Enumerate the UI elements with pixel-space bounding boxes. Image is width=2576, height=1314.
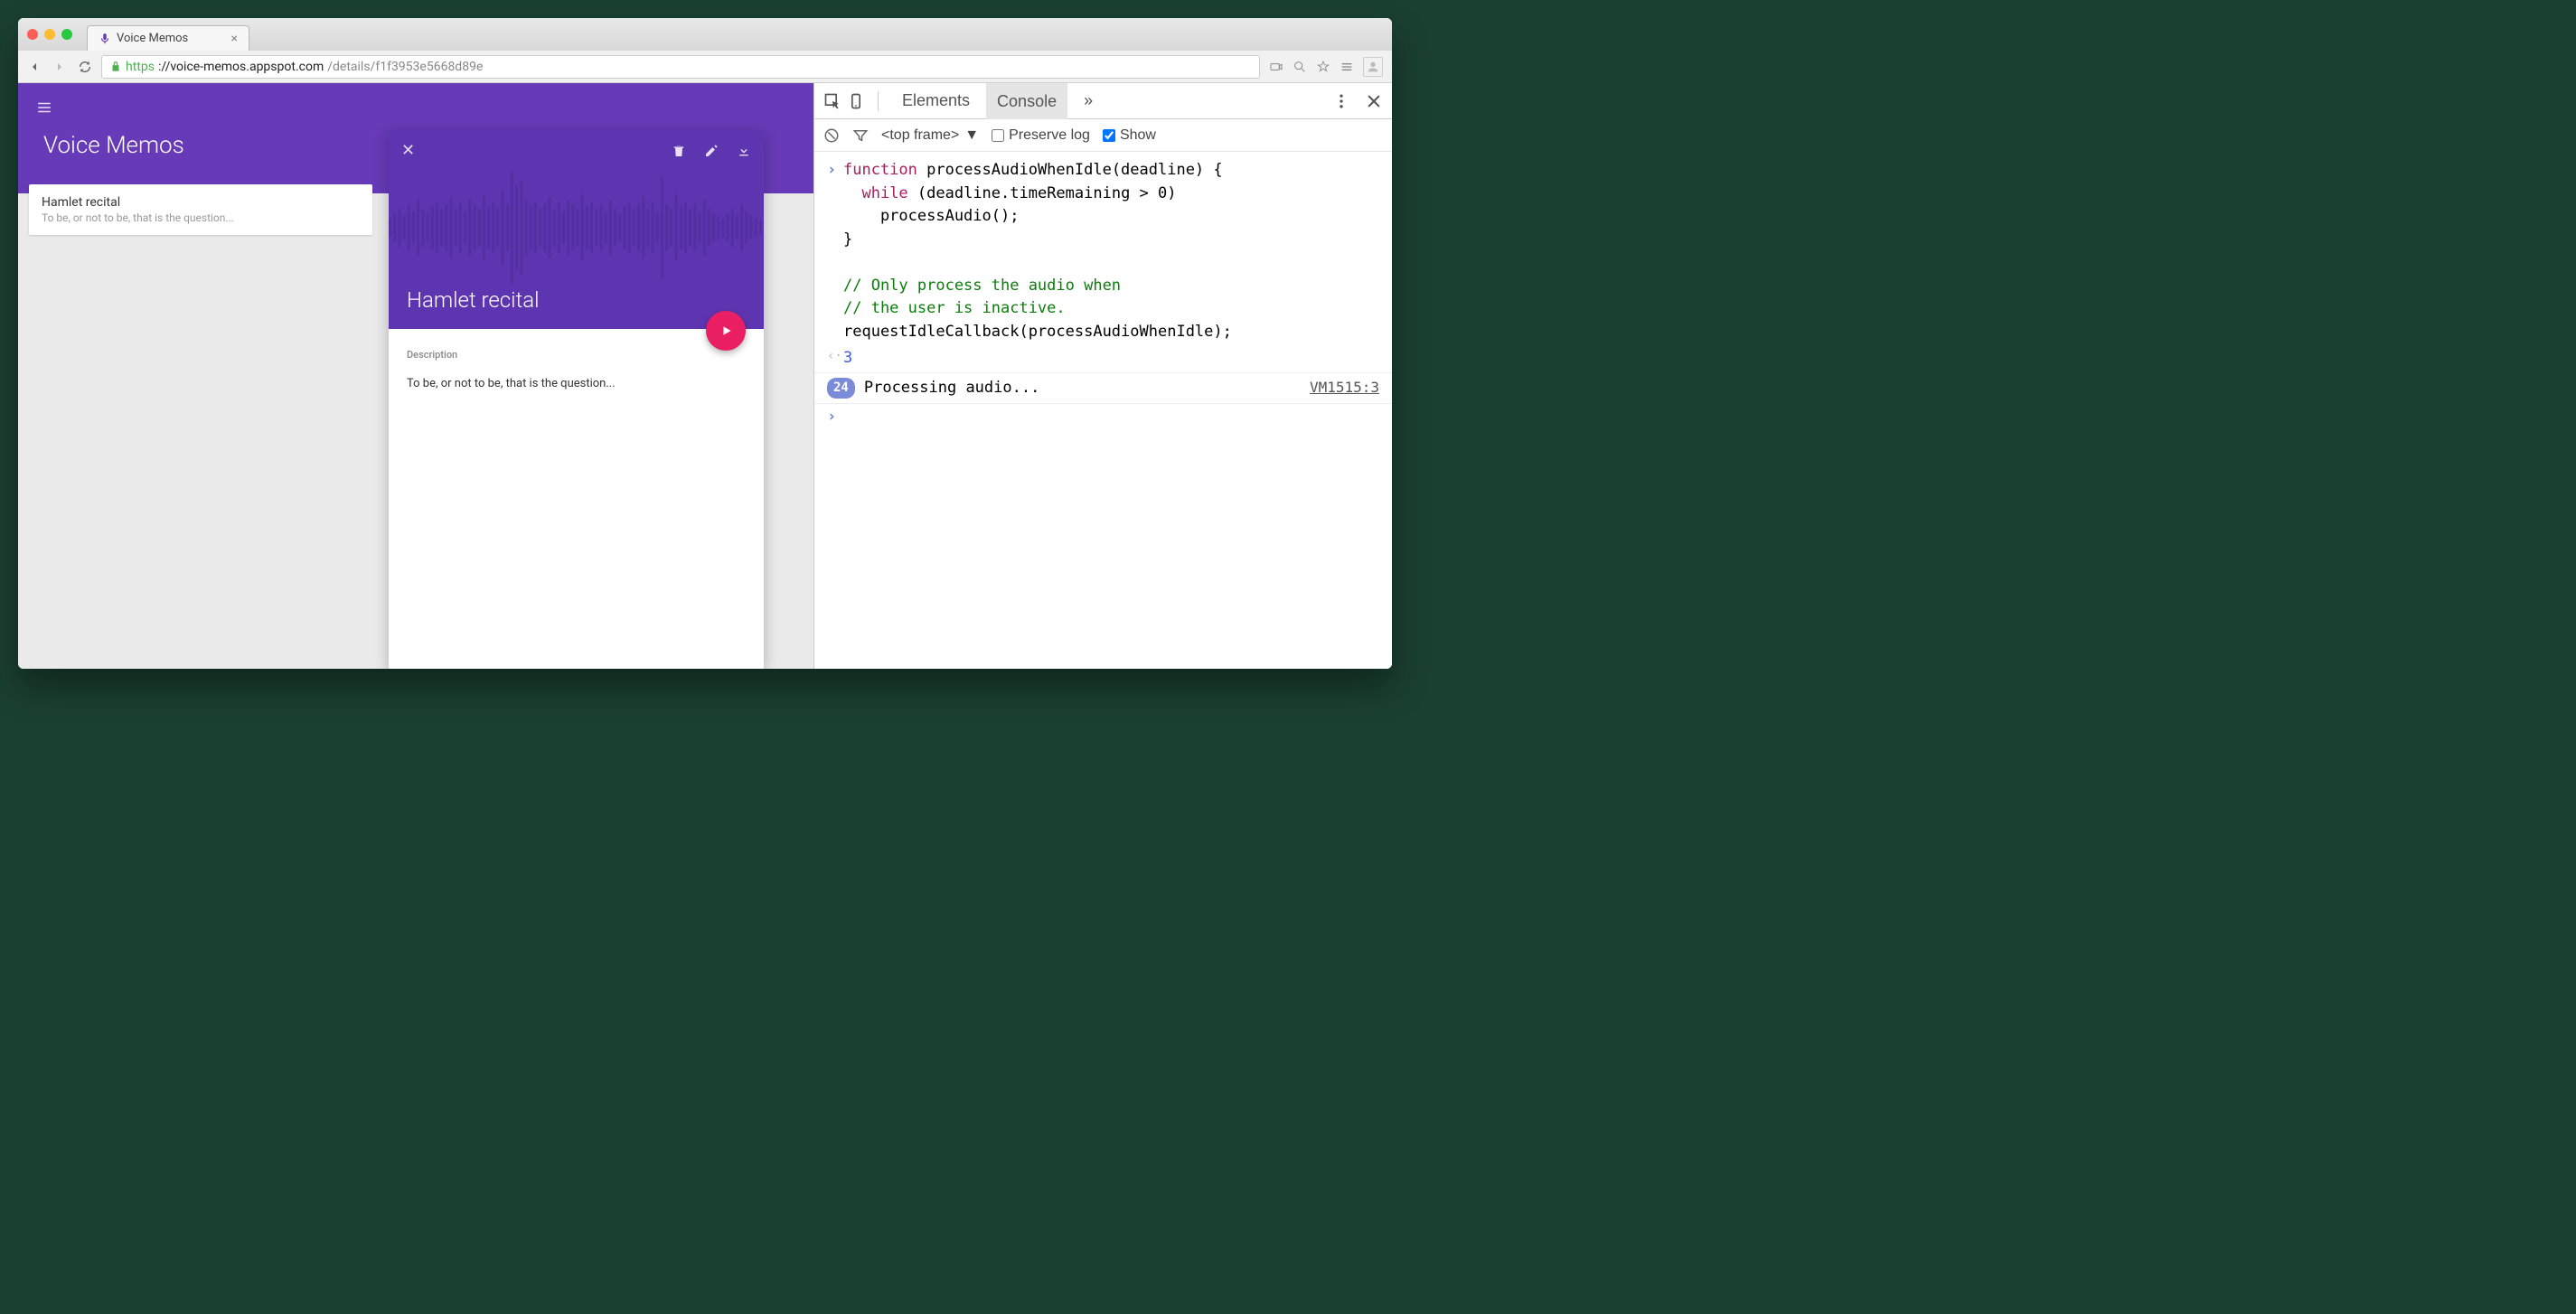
delete-icon[interactable] <box>672 144 686 158</box>
waveform-visualization <box>389 157 764 298</box>
chrome-window: Voice Memos × https://voice-memos.appspo… <box>18 18 1392 669</box>
play-icon <box>720 324 733 337</box>
devtools-panel: Elements Console » <top frame> ▼ Preserv… <box>813 83 1392 669</box>
close-window-button[interactable] <box>27 29 38 40</box>
detail-body: Description To be, or not to be, that is… <box>389 329 764 410</box>
preserve-log-label: Preserve log <box>1009 127 1090 144</box>
edit-icon[interactable] <box>704 144 719 158</box>
zoom-window-button[interactable] <box>61 29 72 40</box>
url-path: /details/f1f3953e5668d89e <box>327 60 483 74</box>
console-prompt[interactable]: › <box>827 406 843 429</box>
memo-list-item[interactable]: Hamlet recital To be, or not to be, that… <box>29 184 372 235</box>
preserve-log-checkbox[interactable]: Preserve log <box>992 127 1090 144</box>
traffic-lights <box>27 29 72 40</box>
show-checkbox[interactable]: Show <box>1103 127 1156 144</box>
clear-console-icon[interactable] <box>823 127 840 144</box>
forward-button[interactable] <box>52 60 67 74</box>
kebab-icon[interactable] <box>1332 92 1350 110</box>
hamburger-icon[interactable] <box>36 99 795 119</box>
console-log-row: 24 Processing audio... VM1515:3 <box>814 372 1392 405</box>
log-count-badge: 24 <box>827 378 855 399</box>
content-area: Voice Memos Hamlet recital To be, or not… <box>18 83 1392 669</box>
log-message: Processing audio... <box>864 377 1039 400</box>
camera-icon[interactable] <box>1269 60 1283 74</box>
menu-icon[interactable] <box>1340 60 1354 74</box>
download-icon[interactable] <box>737 144 751 158</box>
chevron-down-icon: ▼ <box>964 127 979 144</box>
person-icon <box>1366 60 1380 74</box>
tab-console[interactable]: Console <box>986 83 1067 119</box>
play-button[interactable] <box>706 311 746 351</box>
console-input-marker: › <box>827 159 843 343</box>
minimize-window-button[interactable] <box>44 29 55 40</box>
star-icon[interactable] <box>1316 60 1330 74</box>
zoom-icon[interactable] <box>1293 60 1307 74</box>
devtools-tabs: Elements Console » <box>814 83 1392 119</box>
mic-icon <box>99 33 111 45</box>
memo-item-title: Hamlet recital <box>42 195 360 210</box>
url-scheme: https <box>126 60 155 74</box>
console-code: function processAudioWhenIdle(deadline) … <box>843 159 1379 343</box>
url-host: ://voice-memos.appspot.com <box>158 60 324 74</box>
preserve-log-input[interactable] <box>992 129 1004 142</box>
tab-title: Voice Memos <box>117 32 188 45</box>
voice-memos-app: Voice Memos Hamlet recital To be, or not… <box>18 83 813 669</box>
back-button[interactable] <box>27 60 42 74</box>
browser-tab[interactable]: Voice Memos × <box>87 25 249 51</box>
description-label: Description <box>407 349 746 361</box>
detail-header: ✕ Hamlet recital <box>389 130 764 329</box>
tab-close-icon[interactable]: × <box>231 32 238 46</box>
devtools-close-icon[interactable] <box>1365 92 1383 110</box>
memo-detail-panel: ✕ Hamlet recital <box>389 130 764 669</box>
inspect-icon[interactable] <box>823 92 841 110</box>
show-input[interactable] <box>1103 129 1115 142</box>
log-source-link[interactable]: VM1515:3 <box>1310 377 1379 399</box>
console-output[interactable]: › function processAudioWhenIdle(deadline… <box>814 152 1392 669</box>
tab-elements[interactable]: Elements <box>891 83 981 118</box>
device-icon[interactable] <box>847 92 865 110</box>
console-output-marker: ‹· <box>827 347 843 371</box>
profile-button[interactable] <box>1363 57 1383 77</box>
detail-title: Hamlet recital <box>407 287 540 313</box>
reload-button[interactable] <box>78 60 92 74</box>
filter-icon[interactable] <box>852 127 869 144</box>
tab-bar: Voice Memos × <box>18 18 1392 51</box>
tab-more[interactable]: » <box>1073 83 1104 118</box>
browser-toolbar: https://voice-memos.appspot.com/details/… <box>18 51 1392 83</box>
address-bar[interactable]: https://voice-memos.appspot.com/details/… <box>101 55 1260 79</box>
lock-icon <box>109 61 122 73</box>
console-return-value: 3 <box>843 347 1379 371</box>
description-text: To be, or not to be, that is the questio… <box>407 377 746 390</box>
console-filter-bar: <top frame> ▼ Preserve log Show <box>814 119 1392 152</box>
memo-item-subtitle: To be, or not to be, that is the questio… <box>42 211 360 224</box>
frame-selector-label: <top frame> <box>881 127 959 144</box>
show-label: Show <box>1120 127 1156 144</box>
frame-selector[interactable]: <top frame> ▼ <box>881 127 979 144</box>
